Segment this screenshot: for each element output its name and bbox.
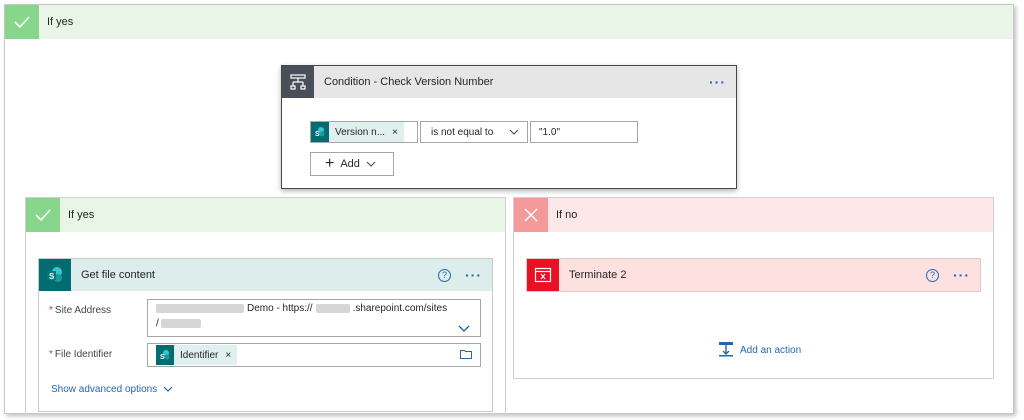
help-icon[interactable]: ? [438,268,451,282]
terminate-title: Terminate 2 [569,269,627,281]
chevron-down-icon [163,383,173,395]
svg-text:S: S [49,272,55,281]
svg-text:S: S [315,131,320,138]
remove-token-icon[interactable]: × [225,350,231,361]
condition-title: Condition - Check Version Number [324,76,494,88]
top-yes-branch-header[interactable]: If yes [5,5,1013,39]
folder-icon[interactable] [460,349,472,362]
check-icon [5,5,39,39]
add-an-action-button[interactable]: Add an action [718,341,801,360]
site-address-input[interactable]: Demo - https:// .sharepoint.com/sites / [147,299,481,337]
add-an-action-label: Add an action [740,345,802,356]
redacted-text [160,319,201,328]
file-identifier-label: * File Identifier [49,349,113,360]
no-branch-label: If no [556,209,578,221]
file-identifier-input[interactable]: S Identifier × [147,343,481,367]
terminate-icon [527,259,559,291]
close-icon [514,198,548,232]
condition-value-input[interactable]: "1.0" [530,121,638,143]
condition-card: Condition - Check Version Number ··· S V… [281,65,737,189]
help-icon[interactable]: ? [926,268,939,282]
show-advanced-options-label: Show advanced options [51,383,158,395]
chevron-down-icon [366,158,376,170]
yes-branch-label: If yes [68,209,95,221]
site-address-mid: Demo - https:// [247,303,313,314]
sharepoint-icon: S [156,345,174,365]
more-options-icon[interactable]: ··· [465,267,482,283]
top-yes-branch-label: If yes [47,16,74,28]
show-advanced-options-link[interactable]: Show advanced options [51,383,173,395]
remove-token-icon[interactable]: × [392,127,398,138]
chevron-down-icon[interactable] [458,323,470,335]
site-address-label: * Site Address [49,305,112,316]
redacted-text [156,304,244,313]
get-file-content-title: Get file content [81,269,155,281]
sharepoint-icon: S [39,259,71,291]
condition-operator-value: is not equal to [431,126,494,138]
condition-operator-select[interactable]: is not equal to [420,121,528,143]
more-options-icon[interactable]: ··· [709,74,726,90]
site-address-line2: / [156,318,159,329]
terminate-card: Terminate 2 ? ··· [526,258,981,292]
get-file-content-header[interactable]: S Get file content ? ··· [39,259,492,291]
svg-text:S: S [160,354,165,361]
sharepoint-icon: S [311,122,329,142]
check-icon [26,198,60,232]
redacted-text [315,304,350,313]
plus-icon: + [325,155,335,172]
more-options-icon[interactable]: ··· [953,267,970,283]
add-button[interactable]: + Add [310,152,394,176]
site-address-end: .sharepoint.com/sites [352,303,448,314]
version-number-token[interactable]: S Version n... × [311,122,404,142]
identifier-token-label: Identifier [180,349,219,361]
chevron-down-icon [509,126,519,138]
condition-left-operand[interactable]: S Version n... × [310,121,418,143]
condition-card-header[interactable]: Condition - Check Version Number ··· [282,66,736,98]
yes-branch-container: If yes S Get file content ? ··· * Site Ad… [25,197,506,415]
condition-icon [282,66,314,98]
flow-canvas: If yes Condition - Check Version Number … [4,4,1014,415]
identifier-token[interactable]: S Identifier × [156,345,238,365]
get-file-content-card: S Get file content ? ··· * Site Address D… [38,258,493,412]
no-branch-container: If no Terminate 2 ? ··· Add an action [513,197,994,379]
no-branch-header[interactable]: If no [514,198,993,232]
add-action-icon [718,341,734,360]
version-number-token-label: Version n... [335,126,386,138]
add-button-label: Add [340,158,360,170]
yes-branch-header[interactable]: If yes [26,198,505,232]
condition-value-text: "1.0" [539,126,561,138]
terminate-header[interactable]: Terminate 2 ? ··· [527,259,980,291]
